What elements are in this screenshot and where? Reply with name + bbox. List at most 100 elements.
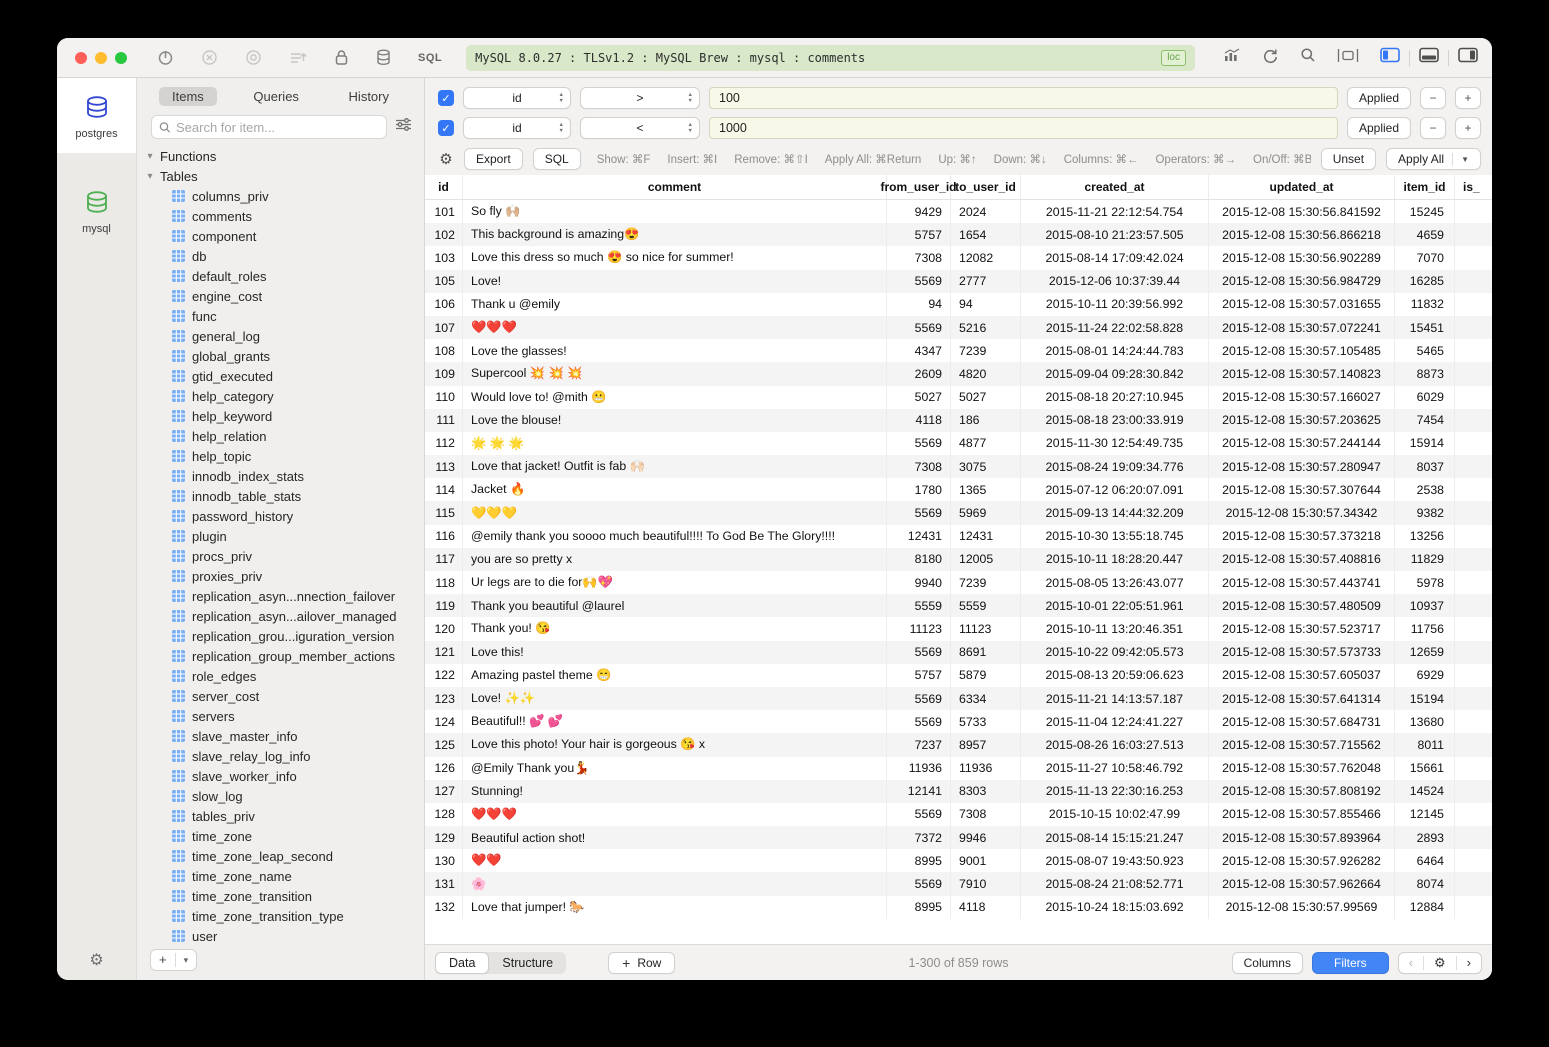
- cell-comment[interactable]: Amazing pastel theme 😁: [463, 664, 887, 687]
- cell-updated-at[interactable]: 2015-12-08 15:30:57.99569: [1209, 896, 1395, 919]
- tab-queries[interactable]: Queries: [240, 87, 312, 106]
- cell-to-user-id[interactable]: 2777: [951, 270, 1021, 293]
- cell-is[interactable]: [1455, 617, 1492, 640]
- cell-to-user-id[interactable]: 5733: [951, 710, 1021, 733]
- zoom-button[interactable]: [115, 52, 127, 64]
- cell-comment[interactable]: ❤️❤️❤️: [463, 316, 887, 339]
- cell-updated-at[interactable]: 2015-12-08 15:30:57.573733: [1209, 641, 1395, 664]
- sidebar-table-item[interactable]: plugin: [145, 526, 424, 546]
- cell-from-user-id[interactable]: 5569: [887, 316, 951, 339]
- cell-updated-at[interactable]: 2015-12-08 15:30:57.684731: [1209, 710, 1395, 733]
- cell-created-at[interactable]: 2015-07-12 06:20:07.091: [1021, 478, 1209, 501]
- cell-item-id[interactable]: 9382: [1395, 501, 1455, 524]
- cell-created-at[interactable]: 2015-11-13 22:30:16.253: [1021, 780, 1209, 803]
- cell-id[interactable]: 130: [425, 849, 463, 872]
- cell-to-user-id[interactable]: 7239: [951, 339, 1021, 362]
- cell-comment[interactable]: Thank you! 😘: [463, 617, 887, 640]
- cell-item-id[interactable]: 13680: [1395, 710, 1455, 733]
- sidebar-table-item[interactable]: innodb_table_stats: [145, 486, 424, 506]
- filter-operator-select[interactable]: >▲▼: [580, 87, 700, 109]
- cell-created-at[interactable]: 2015-10-15 10:02:47.99: [1021, 803, 1209, 826]
- cell-id[interactable]: 114: [425, 478, 463, 501]
- cell-comment[interactable]: Love the glasses!: [463, 339, 887, 362]
- cell-id[interactable]: 132: [425, 896, 463, 919]
- cell-is[interactable]: [1455, 200, 1492, 223]
- table-row[interactable]: 122 Amazing pastel theme 😁 5757 5879 201…: [425, 664, 1492, 687]
- cell-from-user-id[interactable]: 5569: [887, 501, 951, 524]
- sql-editor-button[interactable]: SQL: [418, 52, 442, 64]
- add-filter-button[interactable]: +: [1455, 117, 1481, 139]
- cell-item-id[interactable]: 7454: [1395, 409, 1455, 432]
- cell-to-user-id[interactable]: 5027: [951, 386, 1021, 409]
- database-icon[interactable]: [376, 49, 391, 66]
- filter-settings-gear-icon[interactable]: ⚙: [438, 150, 454, 168]
- cell-from-user-id[interactable]: 4118: [887, 409, 951, 432]
- sql-button[interactable]: SQL: [533, 148, 581, 170]
- cell-comment[interactable]: 💛💛💛: [463, 501, 887, 524]
- cell-updated-at[interactable]: 2015-12-08 15:30:57.893964: [1209, 826, 1395, 849]
- cell-comment[interactable]: Ur legs are to die for🙌💖: [463, 571, 887, 594]
- table-row[interactable]: 110 Would love to! @mith 😬 5027 5027 201…: [425, 386, 1492, 409]
- cell-comment[interactable]: @emily thank you soooo much beautiful!!!…: [463, 525, 887, 548]
- cell-from-user-id[interactable]: 11123: [887, 617, 951, 640]
- cell-is[interactable]: [1455, 757, 1492, 780]
- cell-created-at[interactable]: 2015-08-24 21:08:52.771: [1021, 872, 1209, 895]
- cell-comment[interactable]: ❤️❤️: [463, 849, 887, 872]
- cell-is[interactable]: [1455, 641, 1492, 664]
- cell-from-user-id[interactable]: 5027: [887, 386, 951, 409]
- cell-to-user-id[interactable]: 5216: [951, 316, 1021, 339]
- filter-value-input[interactable]: 1000: [709, 117, 1338, 139]
- cell-updated-at[interactable]: 2015-12-08 15:30:57.280947: [1209, 455, 1395, 478]
- cell-from-user-id[interactable]: 7308: [887, 455, 951, 478]
- cell-id[interactable]: 101: [425, 200, 463, 223]
- cell-id[interactable]: 123: [425, 687, 463, 710]
- table-row[interactable]: 118 Ur legs are to die for🙌💖 9940 7239 2…: [425, 571, 1492, 594]
- cell-from-user-id[interactable]: 5569: [887, 641, 951, 664]
- chart-icon[interactable]: [1223, 47, 1241, 68]
- sidebar-table-item[interactable]: servers: [145, 706, 424, 726]
- cell-item-id[interactable]: 12884: [1395, 896, 1455, 919]
- cell-created-at[interactable]: 2015-12-06 10:37:39.44: [1021, 270, 1209, 293]
- sidebar-table-item[interactable]: component: [145, 226, 424, 246]
- previous-page-icon[interactable]: ‹: [1399, 953, 1423, 973]
- cell-created-at[interactable]: 2015-11-30 12:54:49.735: [1021, 432, 1209, 455]
- cell-comment[interactable]: 🌟 🌟 🌟: [463, 432, 887, 455]
- filter-column-select[interactable]: id▲▼: [463, 87, 571, 109]
- cell-to-user-id[interactable]: 11123: [951, 617, 1021, 640]
- sidebar-table-item[interactable]: slave_relay_log_info: [145, 746, 424, 766]
- cell-is[interactable]: [1455, 270, 1492, 293]
- add-item-split-button[interactable]: + ▾: [150, 949, 197, 971]
- cell-comment[interactable]: So fly 🙌🏼: [463, 200, 887, 223]
- sidebar-table-item[interactable]: help_topic: [145, 446, 424, 466]
- table-row[interactable]: 105 Love! 5569 2777 2015-12-06 10:37:39.…: [425, 270, 1492, 293]
- cell-id[interactable]: 117: [425, 548, 463, 571]
- cell-from-user-id[interactable]: 7372: [887, 826, 951, 849]
- cell-created-at[interactable]: 2015-08-24 19:09:34.776: [1021, 455, 1209, 478]
- cell-item-id[interactable]: 4659: [1395, 223, 1455, 246]
- table-row[interactable]: 124 Beautiful!! 💕 💕 5569 5733 2015-11-04…: [425, 710, 1492, 733]
- table-settings-gear-icon[interactable]: ⚙: [1424, 953, 1456, 973]
- sidebar-table-item[interactable]: time_zone_transition_type: [145, 906, 424, 926]
- sidebar-table-item[interactable]: server_cost: [145, 686, 424, 706]
- cell-created-at[interactable]: 2015-08-18 20:27:10.945: [1021, 386, 1209, 409]
- cell-from-user-id[interactable]: 5559: [887, 594, 951, 617]
- cell-from-user-id[interactable]: 9940: [887, 571, 951, 594]
- cell-is[interactable]: [1455, 803, 1492, 826]
- cell-item-id[interactable]: 8037: [1395, 455, 1455, 478]
- cell-updated-at[interactable]: 2015-12-08 15:30:57.244144: [1209, 432, 1395, 455]
- cell-updated-at[interactable]: 2015-12-08 15:30:57.855466: [1209, 803, 1395, 826]
- sidebar-table-item[interactable]: tables_priv: [145, 806, 424, 826]
- cell-updated-at[interactable]: 2015-12-08 15:30:57.072241: [1209, 316, 1395, 339]
- cell-from-user-id[interactable]: 5569: [887, 687, 951, 710]
- cell-comment[interactable]: Love this photo! Your hair is gorgeous 😘…: [463, 733, 887, 756]
- sidebar-table-item[interactable]: slow_log: [145, 786, 424, 806]
- cell-id[interactable]: 105: [425, 270, 463, 293]
- cell-to-user-id[interactable]: 7239: [951, 571, 1021, 594]
- cell-updated-at[interactable]: 2015-12-08 15:30:56.866218: [1209, 223, 1395, 246]
- cell-item-id[interactable]: 12145: [1395, 803, 1455, 826]
- cell-to-user-id[interactable]: 4877: [951, 432, 1021, 455]
- table-row[interactable]: 115 💛💛💛 5569 5969 2015-09-13 14:44:32.20…: [425, 501, 1492, 524]
- cell-comment[interactable]: Thank you beautiful @laurel: [463, 594, 887, 617]
- column-header-updated-at[interactable]: updated_at: [1209, 175, 1395, 199]
- cell-item-id[interactable]: 15451: [1395, 316, 1455, 339]
